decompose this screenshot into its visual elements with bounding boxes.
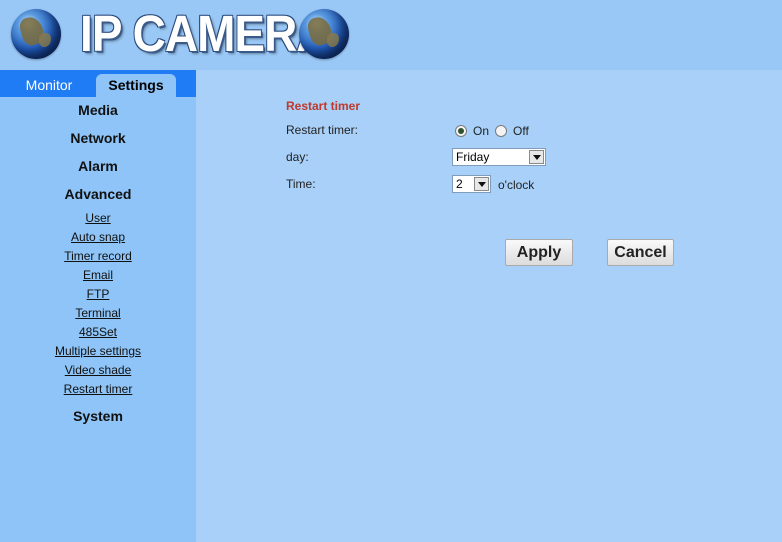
chevron-down-icon[interactable] <box>474 177 489 191</box>
globe-icon <box>299 9 349 59</box>
sidebar-item-system[interactable]: System <box>0 408 196 424</box>
sidebar-link-timer-record[interactable]: Timer record <box>0 249 196 263</box>
time-unit: o'clock <box>498 178 535 192</box>
logo-title: IP CAMERA <box>80 5 330 62</box>
tab-settings[interactable]: Settings <box>96 74 176 97</box>
sidebar: Monitor Settings Media Network Alarm Adv… <box>0 70 196 542</box>
restart-timer-label: Restart timer: <box>286 123 359 137</box>
time-label: Time: <box>286 177 316 191</box>
sidebar-item-network[interactable]: Network <box>0 130 196 146</box>
sidebar-link-485set[interactable]: 485Set <box>0 325 196 339</box>
chevron-down-icon[interactable] <box>529 150 544 164</box>
sidebar-link-email[interactable]: Email <box>0 268 196 282</box>
sidebar-link-user[interactable]: User <box>0 211 196 225</box>
radio-off[interactable] <box>495 125 508 137</box>
header: IP CAMERA <box>0 0 782 70</box>
sidebar-link-video-shade[interactable]: Video shade <box>0 363 196 377</box>
section-title: Restart timer <box>286 99 361 113</box>
sidebar-link-multiple-settings[interactable]: Multiple settings <box>0 344 196 358</box>
sidebar-link-restart-timer[interactable]: Restart timer <box>0 382 196 396</box>
cancel-button[interactable]: Cancel <box>607 239 674 266</box>
radio-on-label: On <box>473 124 490 138</box>
day-select-value: Friday <box>456 150 490 164</box>
sidebar-link-auto-snap[interactable]: Auto snap <box>0 230 196 244</box>
radio-on[interactable] <box>455 125 467 137</box>
day-label: day: <box>286 150 309 164</box>
sidebar-item-alarm[interactable]: Alarm <box>0 158 196 174</box>
restart-timer-radio-group: On Off <box>455 124 535 138</box>
day-select[interactable]: Friday <box>452 148 546 166</box>
time-select-value: 2 <box>456 177 463 191</box>
sidebar-item-media[interactable]: Media <box>0 102 196 118</box>
tab-bar: Monitor Settings <box>0 70 196 97</box>
tab-monitor[interactable]: Monitor <box>5 74 93 97</box>
main-panel: Restart timer Restart timer: On Off day:… <box>196 70 782 542</box>
sidebar-item-advanced[interactable]: Advanced <box>0 186 196 202</box>
globe-icon <box>11 9 61 59</box>
apply-button[interactable]: Apply <box>505 239 573 266</box>
sidebar-link-terminal[interactable]: Terminal <box>0 306 196 320</box>
time-select[interactable]: 2 <box>452 175 491 193</box>
radio-off-label: Off <box>513 124 529 138</box>
sidebar-link-ftp[interactable]: FTP <box>0 287 196 301</box>
